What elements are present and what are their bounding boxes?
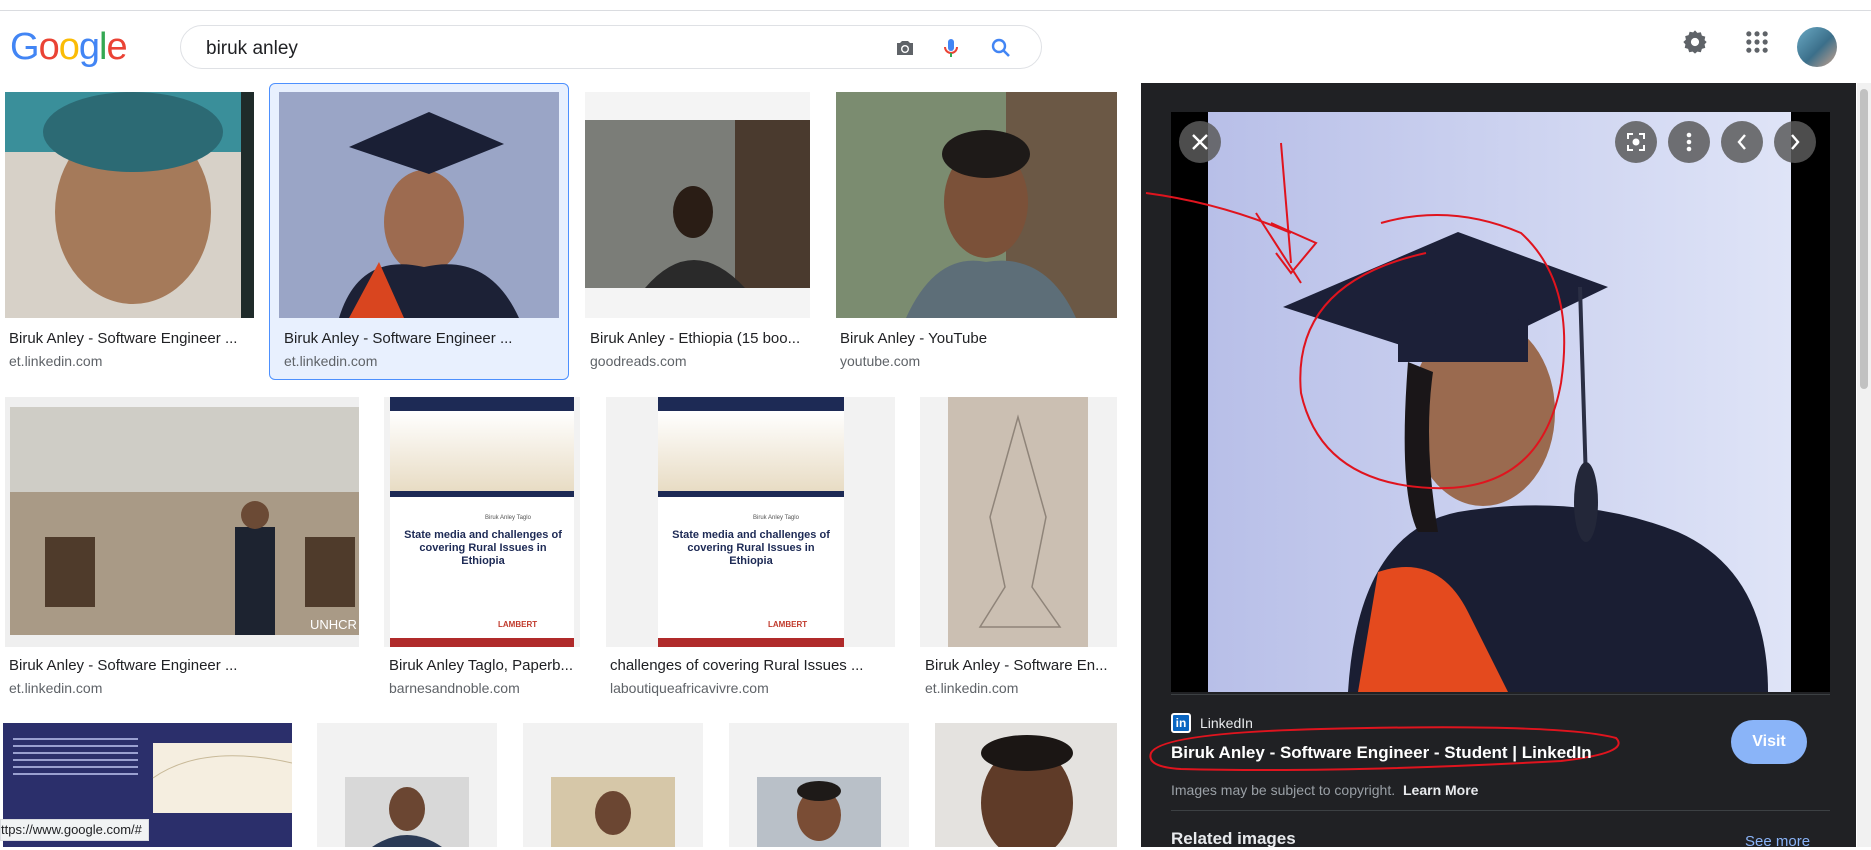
- result-image[interactable]: [5, 92, 254, 318]
- publisher-logo: LAMBERT: [768, 620, 808, 629]
- publisher-logo: LAMBERT: [498, 620, 538, 629]
- camera-icon[interactable]: [893, 36, 917, 60]
- result-title[interactable]: Biruk Anley - Ethiopia (15 boo...: [590, 330, 805, 347]
- result-source: et.linkedin.com: [925, 680, 1019, 696]
- result-source: et.linkedin.com: [284, 353, 378, 369]
- result-title[interactable]: Biruk Anley - YouTube: [840, 330, 1105, 347]
- result-title[interactable]: Biruk Anley - Software Engineer ...: [9, 330, 259, 347]
- book-title: State media and challenges of covering R…: [404, 529, 562, 567]
- result-image[interactable]: [523, 723, 703, 847]
- divider: [1171, 810, 1830, 811]
- chevron-right-icon: [1791, 134, 1800, 150]
- status-bar-url: ttps://www.google.com/#: [0, 819, 149, 841]
- gear-icon[interactable]: [1681, 28, 1709, 56]
- scrollbar-thumb[interactable]: [1860, 89, 1868, 389]
- next-button[interactable]: [1774, 121, 1816, 163]
- result-image[interactable]: [935, 723, 1117, 847]
- result-image[interactable]: [317, 723, 497, 847]
- result-image[interactable]: Biruk Anley Taglo State media and challe…: [384, 397, 580, 647]
- result-image[interactable]: Biruk Anley Taglo State media and challe…: [606, 397, 895, 647]
- see-more-link[interactable]: See more: [1745, 833, 1810, 850]
- scrollbar[interactable]: [1857, 83, 1871, 847]
- search-box[interactable]: biruk anley: [180, 25, 1042, 69]
- more-options-button[interactable]: [1668, 121, 1710, 163]
- result-title[interactable]: challenges of covering Rural Issues ...: [610, 657, 895, 674]
- lens-icon: [1627, 133, 1645, 151]
- preview-panel: in LinkedIn Biruk Anley - Software Engin…: [1141, 83, 1856, 850]
- microphone-icon[interactable]: [939, 36, 963, 60]
- result-source: et.linkedin.com: [9, 353, 103, 369]
- result-source: et.linkedin.com: [9, 680, 103, 696]
- image-watermark: UNHCR: [310, 617, 357, 632]
- result-source: youtube.com: [840, 353, 921, 369]
- search-icon[interactable]: [989, 36, 1013, 60]
- book-title: State media and challenges of covering R…: [672, 529, 830, 567]
- result-image[interactable]: [920, 397, 1117, 647]
- result-image[interactable]: [729, 723, 909, 847]
- close-button[interactable]: [1179, 121, 1221, 163]
- related-images-heading: Related images: [1171, 829, 1296, 848]
- preview-title[interactable]: Biruk Anley - Software Engineer - Studen…: [1171, 743, 1592, 763]
- result-title[interactable]: Biruk Anley - Software Engineer ...: [9, 657, 359, 674]
- result-source: goodreads.com: [590, 353, 687, 369]
- result-image[interactable]: [279, 92, 559, 318]
- account-avatar[interactable]: [1797, 27, 1837, 67]
- result-title[interactable]: Biruk Anley Taglo, Paperb...: [389, 657, 581, 674]
- result-image[interactable]: [836, 92, 1117, 318]
- previous-button[interactable]: [1721, 121, 1763, 163]
- close-icon: [1192, 134, 1208, 150]
- linkedin-icon: in: [1171, 713, 1191, 733]
- result-title[interactable]: Biruk Anley - Software En...: [925, 657, 1117, 674]
- learn-more-link[interactable]: Learn More: [1403, 782, 1478, 798]
- top-divider: [0, 10, 1871, 11]
- result-source: laboutiqueafricavivre.com: [610, 680, 769, 696]
- search-image-button[interactable]: [1615, 121, 1657, 163]
- google-logo[interactable]: Google: [10, 26, 128, 69]
- book-author: Biruk Anley Taglo: [753, 515, 799, 521]
- chevron-left-icon: [1737, 134, 1746, 150]
- copyright-notice: Images may be subject to copyright.: [1171, 782, 1396, 798]
- divider: [1171, 694, 1830, 695]
- result-image[interactable]: UNHCR: [5, 397, 359, 647]
- preview-source-name[interactable]: LinkedIn: [1200, 715, 1253, 731]
- result-source: barnesandnoble.com: [389, 680, 520, 696]
- apps-grid-icon[interactable]: [1743, 28, 1771, 56]
- book-author: Biruk Anley Taglo: [485, 515, 531, 521]
- more-vert-icon: [1686, 132, 1692, 152]
- result-title[interactable]: Biruk Anley - Software Engineer ...: [284, 330, 549, 347]
- search-input[interactable]: biruk anley: [206, 38, 298, 60]
- visit-button[interactable]: Visit: [1731, 720, 1807, 764]
- result-image[interactable]: [585, 92, 810, 318]
